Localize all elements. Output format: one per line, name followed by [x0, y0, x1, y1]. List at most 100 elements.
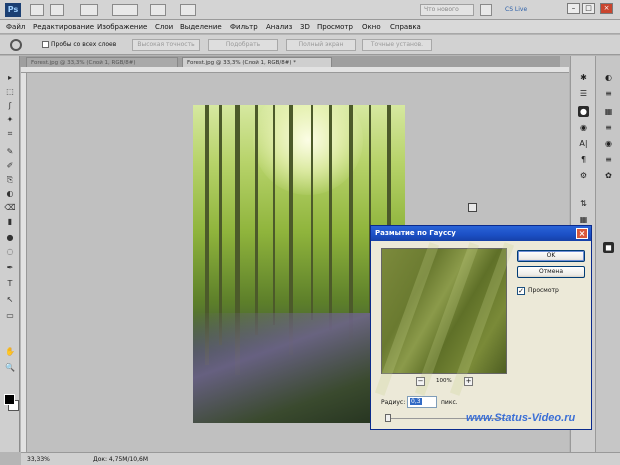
blur-preview[interactable] — [374, 242, 515, 396]
photoshop-logo: Ps — [5, 3, 21, 17]
arrange-documents-button[interactable] — [150, 4, 166, 16]
current-tool-icon[interactable] — [10, 39, 22, 51]
workspace-switcher[interactable]: Что нового — [420, 4, 474, 16]
channels-panel-icon[interactable]: ◉ — [603, 138, 614, 149]
menu-layers[interactable]: Слои — [155, 23, 173, 31]
tab-forest-2[interactable]: Forest.jpg @ 33,3% (Слой 1, RGB/8#) * — [182, 57, 332, 67]
preview-zoom-percent: 100% — [436, 378, 452, 384]
menu-file[interactable]: Файл — [6, 23, 25, 31]
zoom-tool-icon[interactable]: 🔍 — [4, 362, 16, 373]
menu-bar: Файл Редактирование Изображение Слои Выд… — [0, 20, 620, 34]
zoom-in-button[interactable]: + — [464, 377, 473, 386]
gaussian-blur-dialog: Размытие по Гауссу × − 100% + OK Отмена … — [370, 225, 592, 430]
cancel-button[interactable]: Отмена — [517, 266, 585, 278]
menu-select[interactable]: Выделение — [180, 23, 222, 31]
option-button-1[interactable]: Высокая точность — [132, 39, 200, 51]
radius-input[interactable]: 0,3 — [407, 396, 437, 408]
cursor-indicator — [468, 203, 477, 212]
sample-all-layers-checkbox[interactable] — [42, 41, 49, 48]
view-extras-button[interactable] — [80, 4, 98, 16]
watermark-text: www.Status-Video.ru — [466, 412, 576, 424]
tab-forest-1[interactable]: Forest.jpg @ 33,3% (Слой 1, RGB/8#) — [26, 57, 178, 67]
cs-live-button[interactable]: CS Live — [505, 3, 527, 17]
brush-tool-icon[interactable]: ✐ — [4, 160, 16, 171]
marquee-tool-icon[interactable]: ⬚ — [4, 86, 16, 97]
navigator-panel-icon[interactable]: ✱ — [578, 72, 589, 83]
zoom-out-button[interactable]: − — [416, 377, 425, 386]
sunlight-glow — [253, 105, 363, 195]
ruler-vertical — [21, 73, 27, 452]
tool-presets-panel-icon[interactable]: ▦ — [578, 214, 589, 225]
type-tool-icon[interactable]: T — [4, 278, 16, 289]
menu-3d[interactable]: 3D — [300, 23, 310, 31]
history-panel-icon[interactable]: ◼ — [603, 242, 614, 253]
foreground-color-swatch[interactable] — [4, 394, 15, 405]
color-panel-icon[interactable]: ◐ — [603, 72, 614, 83]
panel-dock-right: ◐ ≡ ▦ ≡ ◉ ≡ ✿ ◼ — [595, 56, 620, 452]
move-tool-icon[interactable]: ▸ — [4, 72, 16, 83]
menu-help[interactable]: Справка — [390, 23, 421, 31]
mini-bridge-button[interactable] — [50, 4, 64, 16]
dodge-tool-icon[interactable]: ◌ — [4, 246, 16, 257]
crop-tool-icon[interactable]: ⌗ — [4, 128, 16, 139]
blur-tool-icon[interactable]: ● — [4, 232, 16, 243]
option-button-2[interactable]: Подобрать — [208, 39, 278, 51]
shape-tool-icon[interactable]: ▭ — [4, 310, 16, 321]
menu-analysis[interactable]: Анализ — [266, 23, 292, 31]
radius-slider-thumb[interactable] — [385, 414, 391, 422]
lasso-tool-icon[interactable]: ʃ — [4, 100, 16, 111]
radius-label: Радиус: — [381, 399, 406, 406]
hand-tool-icon[interactable]: ✋ — [4, 346, 16, 357]
ruler-horizontal — [21, 67, 569, 73]
preview-checkbox[interactable]: ✓ — [517, 287, 525, 295]
sample-all-layers-label: Пробы со всех слоев — [51, 41, 117, 48]
status-bar: 33,33% Док: 4,75M/10,6M — [21, 452, 620, 465]
eyedropper-tool-icon[interactable]: ✎ — [4, 146, 16, 157]
path-select-tool-icon[interactable]: ↖ — [4, 294, 16, 305]
paths-panel-icon[interactable]: ≡ — [603, 154, 614, 165]
character-panel-icon[interactable]: A| — [578, 138, 589, 149]
paragraph-panel-icon[interactable]: ¶ — [578, 154, 589, 165]
pen-tool-icon[interactable]: ✒ — [4, 262, 16, 273]
tools-panel: ▸ ⬚ ʃ ✦ ⌗ ✎ ✐ ⎘ ◐ ⌫ ▮ ● ◌ ✒ T ↖ ▭ ✋ 🔍 — [0, 56, 20, 452]
option-button-4[interactable]: Точные установ. — [362, 39, 432, 51]
adjustments-panel-icon[interactable]: ● — [578, 106, 589, 117]
history-brush-tool-icon[interactable]: ◐ — [4, 188, 16, 199]
zoom-level[interactable]: 33,33% — [27, 456, 50, 463]
actions-panel-icon[interactable]: ✿ — [603, 170, 614, 181]
options-bar: Пробы со всех слоев Высокая точность Под… — [0, 35, 620, 55]
quick-select-tool-icon[interactable]: ✦ — [4, 114, 16, 125]
menu-view[interactable]: Просмотр — [317, 23, 353, 31]
minimize-button[interactable]: – — [567, 3, 580, 14]
clone-source-panel-icon[interactable]: ⇅ — [578, 198, 589, 209]
close-button[interactable]: × — [600, 3, 613, 14]
masks-panel-icon[interactable]: ◉ — [578, 122, 589, 133]
menu-edit[interactable]: Редактирование — [33, 23, 94, 31]
preview-label: Просмотр — [528, 287, 559, 294]
menu-filter[interactable]: Фильтр — [230, 23, 258, 31]
eraser-tool-icon[interactable]: ⌫ — [4, 202, 16, 213]
dialog-close-button[interactable]: × — [576, 228, 588, 239]
screen-mode-button[interactable] — [180, 4, 196, 16]
bridge-button[interactable] — [30, 4, 44, 16]
workspace-more-button[interactable] — [480, 4, 492, 16]
menu-window[interactable]: Окно — [362, 23, 381, 31]
document-info[interactable]: Док: 4,75M/10,6M — [93, 456, 148, 463]
layers-panel-icon[interactable]: ≡ — [603, 122, 614, 133]
document-tabs: Forest.jpg @ 33,3% (Слой 1, RGB/8#) Fore… — [20, 56, 560, 67]
swatches-panel-icon[interactable]: ≡ — [603, 88, 614, 99]
radius-value: 0,3 — [410, 398, 422, 405]
dialog-title[interactable]: Размытие по Гауссу — [371, 226, 591, 241]
maximize-button[interactable]: □ — [582, 3, 595, 14]
styles-panel-icon[interactable]: ▦ — [603, 106, 614, 117]
radius-unit: пикс. — [441, 399, 458, 406]
histogram-panel-icon[interactable]: ☰ — [578, 88, 589, 99]
brush-presets-panel-icon[interactable]: ⚙ — [578, 170, 589, 181]
option-button-3[interactable]: Полный экран — [286, 39, 356, 51]
zoom-level-select[interactable] — [112, 4, 138, 16]
clone-stamp-tool-icon[interactable]: ⎘ — [4, 174, 16, 185]
ok-button[interactable]: OK — [517, 250, 585, 262]
app-bar: Ps Что нового CS Live – □ × — [0, 0, 620, 20]
gradient-tool-icon[interactable]: ▮ — [4, 216, 16, 227]
menu-image[interactable]: Изображение — [97, 23, 147, 31]
